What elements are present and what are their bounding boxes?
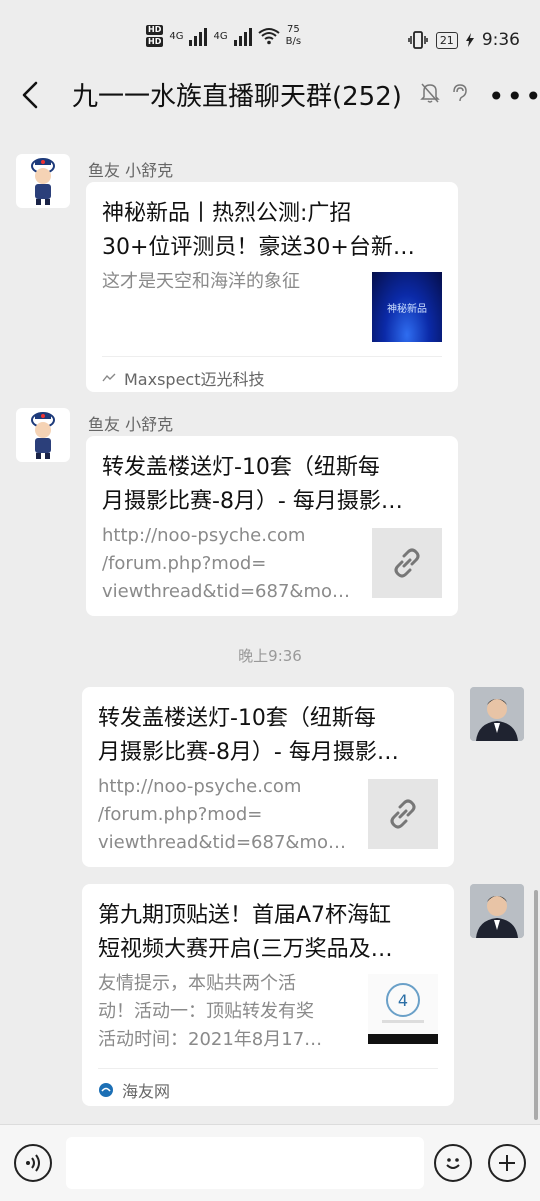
- status-bar: HD HD 4G 4G 75 B/s 21 9:36: [0, 0, 540, 62]
- card-title-line: 转发盖楼送灯-10套（纽斯每: [98, 706, 376, 731]
- user-photo-icon: [470, 687, 524, 741]
- card-description: 活动时间：2021年8月17…: [98, 1029, 323, 1050]
- card-title-line: 30+位评测员！豪送30+台新…: [102, 235, 415, 260]
- link-card[interactable]: 神秘新品丨热烈公测:广招 30+位评测员！豪送30+台新… 这才是天空和海洋的象…: [86, 182, 458, 392]
- avatar[interactable]: [470, 884, 524, 938]
- link-icon: [394, 548, 420, 578]
- plus-icon: [499, 1155, 515, 1171]
- status-right: 21 9:36: [408, 30, 520, 50]
- scrollbar[interactable]: [534, 890, 538, 1120]
- sender-name: 鱼友 小舒克: [88, 161, 174, 180]
- voice-icon: [26, 1154, 40, 1172]
- card-thumbnail: 神秘新品: [372, 272, 442, 342]
- message-input[interactable]: [66, 1137, 424, 1189]
- header-status-icons: [420, 82, 468, 104]
- timestamp: 晚上9:36: [238, 647, 302, 665]
- mute-bell-icon: [420, 83, 440, 103]
- card-title-line: 月摄影比赛-8月）- 每月摄影…: [102, 489, 403, 514]
- svg-text:4: 4: [398, 991, 408, 1010]
- divider: [102, 356, 442, 357]
- clock: 9:36: [481, 30, 520, 50]
- link-card[interactable]: 转发盖楼送灯-10套（纽斯每 月摄影比赛-8月）- 每月摄影… http://n…: [82, 687, 454, 867]
- card-description: /forum.php?mod=: [98, 804, 263, 825]
- sender-name: 鱼友 小舒克: [88, 415, 174, 434]
- source-name: 海友网: [122, 1082, 171, 1101]
- hd-icon: HD: [146, 25, 164, 35]
- smiley-icon: [446, 1158, 460, 1169]
- card-thumbnail: 4: [368, 974, 438, 1044]
- card-title-line: 月摄影比赛-8月）- 每月摄影…: [98, 740, 399, 765]
- vibrate-icon: [408, 31, 428, 49]
- chat-header: 九一一水族直播聊天群(252) •••: [0, 62, 540, 126]
- hd-icons: HD HD: [146, 25, 164, 47]
- card-description: 友情提示，本贴共两个活: [98, 973, 296, 994]
- user-photo-icon: [470, 884, 524, 938]
- avatar[interactable]: [16, 154, 70, 208]
- source-name: Maxspect迈光科技: [124, 370, 265, 389]
- source-logo-icon: [102, 373, 116, 382]
- event-poster-icon: 4: [368, 974, 438, 1044]
- voice-input-button[interactable]: [14, 1144, 52, 1182]
- card-description: /forum.php?mod=: [102, 553, 267, 574]
- network-type-label: 4G: [169, 30, 184, 42]
- source-logo-icon: [99, 1083, 113, 1097]
- thumbnail-text: 神秘新品: [387, 303, 427, 315]
- card-thumbnail: [372, 528, 442, 598]
- card-description: http://noo-psyche.com: [98, 776, 302, 797]
- card-source: 海友网: [98, 1078, 170, 1102]
- card-description: 动！活动一：顶贴转发有奖: [98, 1001, 314, 1022]
- network-type-label: 4G: [213, 30, 228, 42]
- signal-icon: [233, 26, 252, 46]
- back-arrow-icon[interactable]: [18, 80, 44, 110]
- cartoon-police-avatar-icon: [31, 158, 55, 205]
- link-icon: [390, 799, 416, 829]
- cartoon-police-avatar-icon: [31, 412, 55, 459]
- earpiece-icon: [453, 84, 467, 102]
- card-source: Maxspect迈光科技: [102, 366, 265, 390]
- card-title-line: 神秘新品丨热烈公测:广招: [102, 201, 352, 226]
- wifi-icon: [257, 28, 280, 45]
- more-options-icon[interactable]: •••: [488, 80, 540, 113]
- network-speed: 75 B/s: [285, 24, 302, 47]
- link-card[interactable]: 第九期顶贴送！首届A7杯海缸 短视频大赛开启(三万奖品及… 友情提示，本贴共两个…: [82, 884, 454, 1106]
- link-card[interactable]: 转发盖楼送灯-10套（纽斯每 月摄影比赛-8月）- 每月摄影… http://n…: [86, 436, 458, 616]
- divider: [98, 1068, 438, 1069]
- card-description: http://noo-psyche.com: [102, 525, 306, 546]
- hd-icon: HD: [146, 37, 164, 47]
- battery-icon: 21: [435, 31, 458, 49]
- card-description: 这才是天空和海洋的象征: [102, 271, 300, 292]
- card-description: viewthread&tid=687&mo…: [98, 832, 346, 853]
- more-functions-button[interactable]: [488, 1144, 526, 1182]
- charging-icon: [465, 33, 474, 47]
- chat-title: 九一一水族直播聊天群(252): [72, 82, 402, 112]
- avatar[interactable]: [16, 408, 70, 462]
- network-indicators: HD HD 4G 4G 75 B/s: [146, 24, 301, 48]
- emoji-button[interactable]: [434, 1144, 472, 1182]
- card-description: viewthread&tid=687&mo…: [102, 581, 350, 602]
- avatar[interactable]: [470, 687, 524, 741]
- signal-icon: [189, 26, 208, 46]
- card-title-line: 第九期顶贴送！首届A7杯海缸: [98, 903, 392, 928]
- input-bar: [0, 1124, 540, 1201]
- card-title-line: 转发盖楼送灯-10套（纽斯每: [102, 455, 380, 480]
- card-thumbnail: [368, 779, 438, 849]
- card-title-line: 短视频大赛开启(三万奖品及…: [98, 937, 393, 962]
